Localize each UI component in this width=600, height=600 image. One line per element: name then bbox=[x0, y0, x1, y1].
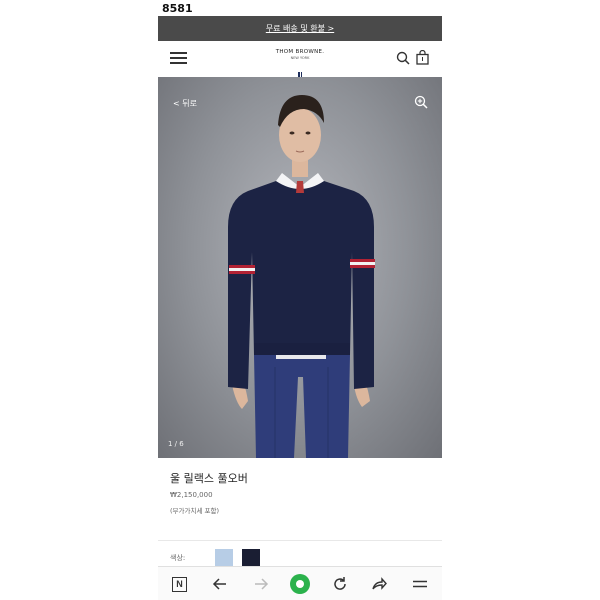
menu-lines-icon[interactable] bbox=[411, 575, 429, 593]
brand-name: THOM BROWNE. bbox=[275, 49, 325, 55]
product-info: 울 릴랙스 풀오버 ₩2,150,000 (부가가치세 포함) bbox=[158, 458, 442, 540]
color-label: 색상: bbox=[170, 554, 186, 562]
share-icon[interactable] bbox=[370, 575, 388, 593]
product-price: ₩2,150,000 bbox=[170, 491, 213, 499]
site-header: THOM BROWNE. NEW YORK bbox=[158, 41, 442, 78]
image-page-indicator: 1 / 6 bbox=[168, 440, 184, 448]
browser-bottom-toolbar: N bbox=[158, 566, 442, 600]
product-image[interactable]: < 뒤로 1 / 6 bbox=[158, 77, 442, 458]
mobile-page: 무료 배송 및 환불 > THOM BROWNE. NEW YORK < 뒤로 … bbox=[158, 16, 442, 600]
product-name: 울 릴랙스 풀오버 bbox=[170, 472, 248, 485]
brand-city: NEW YORK bbox=[290, 56, 310, 60]
corner-id-label: 8581 bbox=[162, 2, 193, 15]
refresh-icon[interactable] bbox=[331, 575, 349, 593]
shopping-bag-icon[interactable] bbox=[416, 50, 429, 65]
zoom-in-icon[interactable] bbox=[414, 95, 428, 109]
search-icon[interactable] bbox=[396, 51, 410, 65]
color-swatch-navy[interactable] bbox=[242, 549, 260, 567]
promo-banner-link[interactable]: 무료 배송 및 환불 > bbox=[158, 16, 442, 41]
tax-note: (부가가치세 포함) bbox=[170, 507, 219, 515]
forward-arrow-icon[interactable] bbox=[252, 575, 270, 593]
back-link[interactable]: < 뒤로 bbox=[173, 98, 197, 109]
menu-icon[interactable] bbox=[170, 52, 187, 65]
back-arrow-icon[interactable] bbox=[211, 575, 229, 593]
home-green-icon[interactable] bbox=[289, 573, 311, 595]
model-photo bbox=[228, 95, 375, 458]
color-swatch-light-blue[interactable] bbox=[215, 549, 233, 567]
naver-icon[interactable]: N bbox=[172, 577, 187, 592]
